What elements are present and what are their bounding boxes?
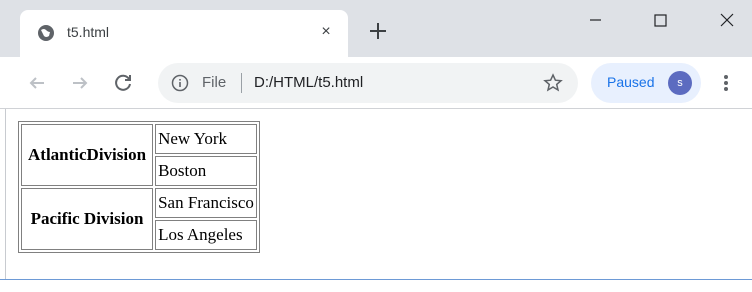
reload-icon[interactable] [111,71,135,95]
minimize-icon[interactable] [580,8,610,32]
city-cell: New York [155,124,257,154]
globe-icon [38,25,54,41]
city-cell: Boston [155,156,257,186]
profile-paused-button[interactable]: Paused s [591,63,701,103]
division-cell: Pacific Division [21,188,154,250]
city-cell: San Francisco [155,188,257,218]
city-cell: Los Angeles [155,220,257,250]
toolbar: File D:/HTML/t5.html Paused s [0,57,752,109]
bookmark-star-icon[interactable] [543,73,563,93]
division-table: AtlanticDivision New York Boston Pacific… [18,121,260,253]
back-arrow-icon[interactable] [25,71,49,95]
left-window-edge [0,109,6,291]
table-row: Pacific Division San Francisco [21,188,257,250]
omnibox-divider [241,73,242,93]
tab-close-icon[interactable]: × [316,22,336,42]
tab-title: t5.html [67,24,110,40]
bottom-window-edge [0,279,752,292]
page-content: AtlanticDivision New York Boston Pacific… [0,109,752,292]
kebab-menu-icon[interactable] [716,71,736,95]
browser-window: t5.html × File D:/HTML/t5.html Paused s … [0,0,752,292]
new-tab-icon[interactable] [366,19,390,43]
maximize-icon[interactable] [645,8,675,32]
info-icon[interactable] [171,74,189,92]
scheme-label: File [202,74,227,91]
tab-t5[interactable]: t5.html × [20,10,348,57]
avatar: s [668,71,692,95]
close-window-icon[interactable] [712,8,742,32]
division-cell: AtlanticDivision [21,124,154,186]
table-row: AtlanticDivision New York [21,124,257,186]
url-text[interactable]: D:/HTML/t5.html [254,74,363,91]
tab-strip: t5.html × [0,0,752,57]
address-bar[interactable]: File D:/HTML/t5.html [158,63,578,103]
paused-label: Paused [607,74,655,90]
forward-arrow-icon[interactable] [68,71,92,95]
